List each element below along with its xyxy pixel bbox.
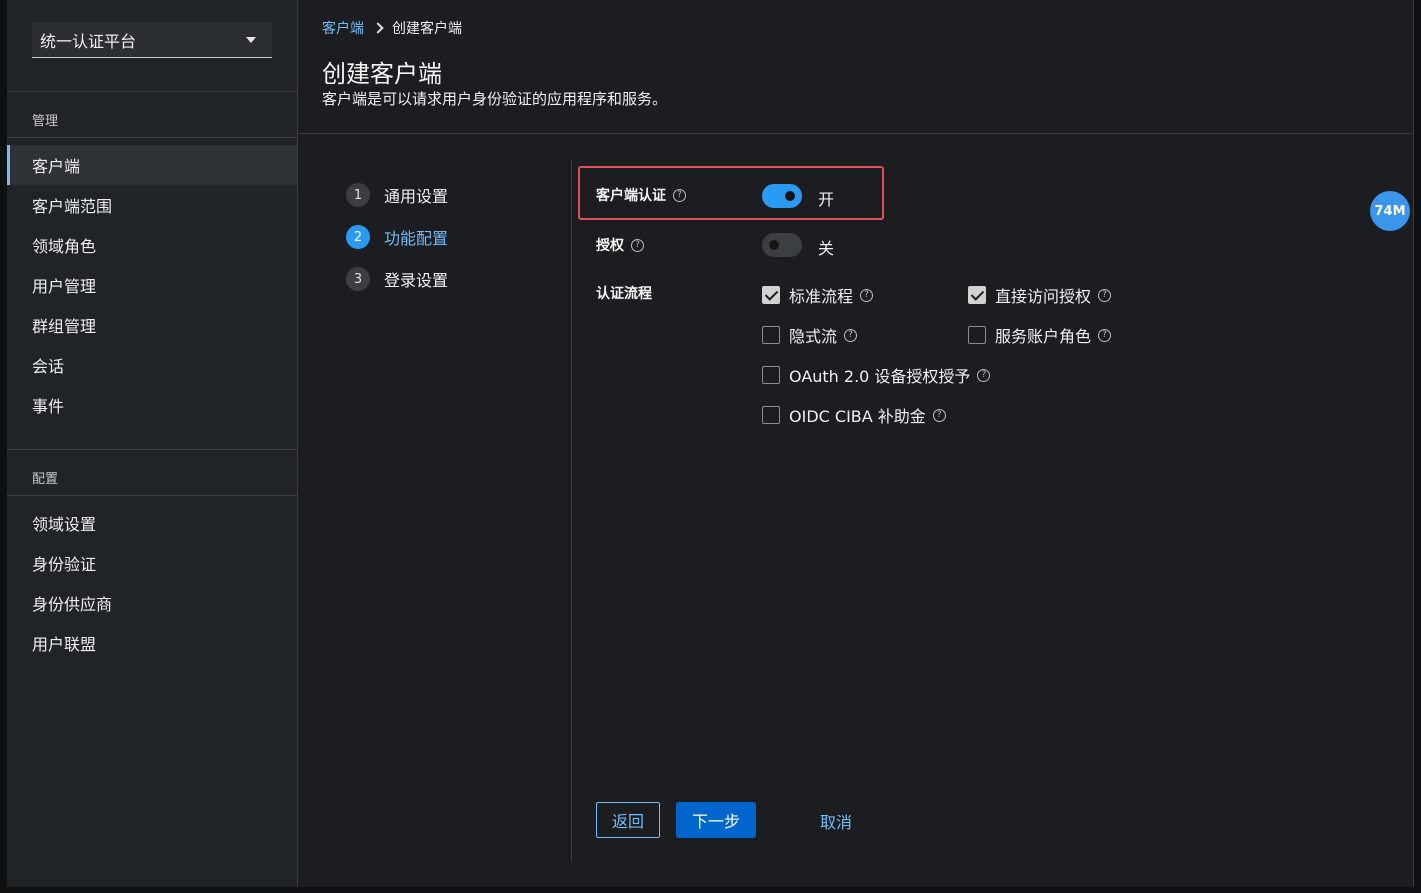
- checkbox-unchecked[interactable]: [762, 366, 780, 384]
- help-icon[interactable]: ?: [631, 238, 644, 252]
- sidebar-divider: [7, 91, 297, 92]
- wizard-step-capability-config[interactable]: 2 功能配置: [346, 225, 448, 249]
- checkbox-checked[interactable]: [762, 286, 780, 304]
- client-auth-label-text: 客户端认证: [596, 188, 666, 204]
- step-number: 1: [346, 183, 370, 207]
- sidebar-item-sessions[interactable]: 会话: [7, 345, 297, 385]
- breadcrumb-current: 创建客户端: [392, 21, 462, 37]
- client-auth-label: 客户端认证 ?: [596, 185, 686, 205]
- page-description: 客户端是可以请求用户身份验证的应用程序和服务。: [322, 90, 668, 108]
- checkbox-standard-flow[interactable]: 标准流程 ?: [762, 283, 874, 307]
- sidebar-divider: [7, 449, 297, 450]
- authorization-label-text: 授权: [596, 238, 624, 254]
- step-number: 3: [346, 267, 370, 291]
- checkbox-service-accounts-roles[interactable]: 服务账户角色 ?: [968, 323, 1112, 347]
- wizard-divider: [571, 160, 572, 861]
- help-icon[interactable]: ?: [1098, 328, 1112, 342]
- sidebar-item-clients[interactable]: 客户端: [7, 145, 297, 185]
- step-number: 2: [346, 225, 370, 249]
- back-button[interactable]: 返回: [596, 802, 660, 838]
- sidebar-section-manage: 管理: [32, 114, 59, 129]
- sidebar-item-events[interactable]: 事件: [7, 385, 297, 425]
- authorization-label: 授权 ?: [596, 235, 644, 255]
- checkbox-label: 隐式流: [789, 327, 838, 346]
- checkbox-label: 直接访问授权: [995, 287, 1092, 306]
- help-icon[interactable]: ?: [844, 328, 858, 342]
- client-auth-state: 开: [818, 190, 835, 209]
- checkbox-checked[interactable]: [968, 286, 986, 304]
- sidebar-section-configure: 配置: [32, 472, 59, 487]
- checkbox-oidc-ciba-grant[interactable]: OIDC CIBA 补助金 ?: [762, 403, 946, 427]
- authorization-toggle[interactable]: [762, 233, 802, 257]
- toggle-knob: [785, 191, 795, 201]
- sidebar-item-user-federation[interactable]: 用户联盟: [7, 623, 297, 663]
- sidebar: 统一认证平台 管理 客户端 客户端范围 领域角色 用户管理 群组管理 会话 事件…: [7, 0, 298, 887]
- checkbox-unchecked[interactable]: [762, 406, 780, 424]
- breadcrumb: 客户端 创建客户端: [322, 18, 462, 38]
- checkbox-label: 标准流程: [789, 287, 854, 306]
- client-auth-toggle[interactable]: [762, 184, 802, 208]
- authorization-state: 关: [818, 239, 835, 258]
- help-icon[interactable]: ?: [977, 368, 991, 382]
- checkbox-oauth-device-grant[interactable]: OAuth 2.0 设备授权授予 ?: [762, 363, 991, 387]
- toggle-knob: [769, 240, 779, 250]
- help-icon[interactable]: ?: [1098, 288, 1112, 302]
- sidebar-item-realm-roles[interactable]: 领域角色: [7, 225, 297, 265]
- sidebar-divider: [7, 137, 297, 138]
- checkbox-direct-access-grants[interactable]: 直接访问授权 ?: [968, 283, 1112, 307]
- auth-flow-label: 认证流程: [596, 286, 652, 302]
- sidebar-item-groups[interactable]: 群组管理: [7, 305, 297, 345]
- checkbox-implicit-flow[interactable]: 隐式流 ?: [762, 323, 858, 347]
- page-title: 创建客户端: [322, 60, 442, 88]
- realm-selector[interactable]: 统一认证平台: [32, 22, 272, 58]
- next-button[interactable]: 下一步: [676, 802, 756, 838]
- step-label: 功能配置: [384, 229, 449, 248]
- sidebar-divider: [7, 495, 297, 496]
- sidebar-item-identity-providers[interactable]: 身份供应商: [7, 583, 297, 623]
- checkbox-label: OAuth 2.0 设备授权授予: [789, 367, 971, 386]
- header-divider: [298, 133, 1412, 134]
- checkbox-unchecked[interactable]: [762, 326, 780, 344]
- caret-down-icon: [246, 37, 256, 43]
- sidebar-item-client-scopes[interactable]: 客户端范围: [7, 185, 297, 225]
- wizard-step-general-settings[interactable]: 1 通用设置: [346, 183, 448, 207]
- sidebar-item-realm-settings[interactable]: 领域设置: [7, 503, 297, 543]
- sidebar-item-authentication[interactable]: 身份验证: [7, 543, 297, 583]
- memory-usage-badge[interactable]: 74M: [1370, 191, 1410, 231]
- breadcrumb-link-clients[interactable]: 客户端: [322, 18, 364, 38]
- help-icon[interactable]: ?: [932, 408, 946, 422]
- realm-selector-value: 统一认证平台: [40, 31, 137, 51]
- sidebar-item-users[interactable]: 用户管理: [7, 265, 297, 305]
- step-label: 通用设置: [384, 187, 449, 206]
- help-icon[interactable]: ?: [860, 288, 874, 302]
- help-icon[interactable]: ?: [673, 188, 686, 202]
- checkbox-label: 服务账户角色: [995, 327, 1092, 346]
- cancel-button[interactable]: 取消: [820, 809, 852, 833]
- wizard-step-login-settings[interactable]: 3 登录设置: [346, 267, 448, 291]
- chevron-right-icon: [372, 22, 384, 34]
- checkbox-label: OIDC CIBA 补助金: [789, 407, 926, 426]
- step-label: 登录设置: [384, 271, 449, 290]
- checkbox-unchecked[interactable]: [968, 326, 986, 344]
